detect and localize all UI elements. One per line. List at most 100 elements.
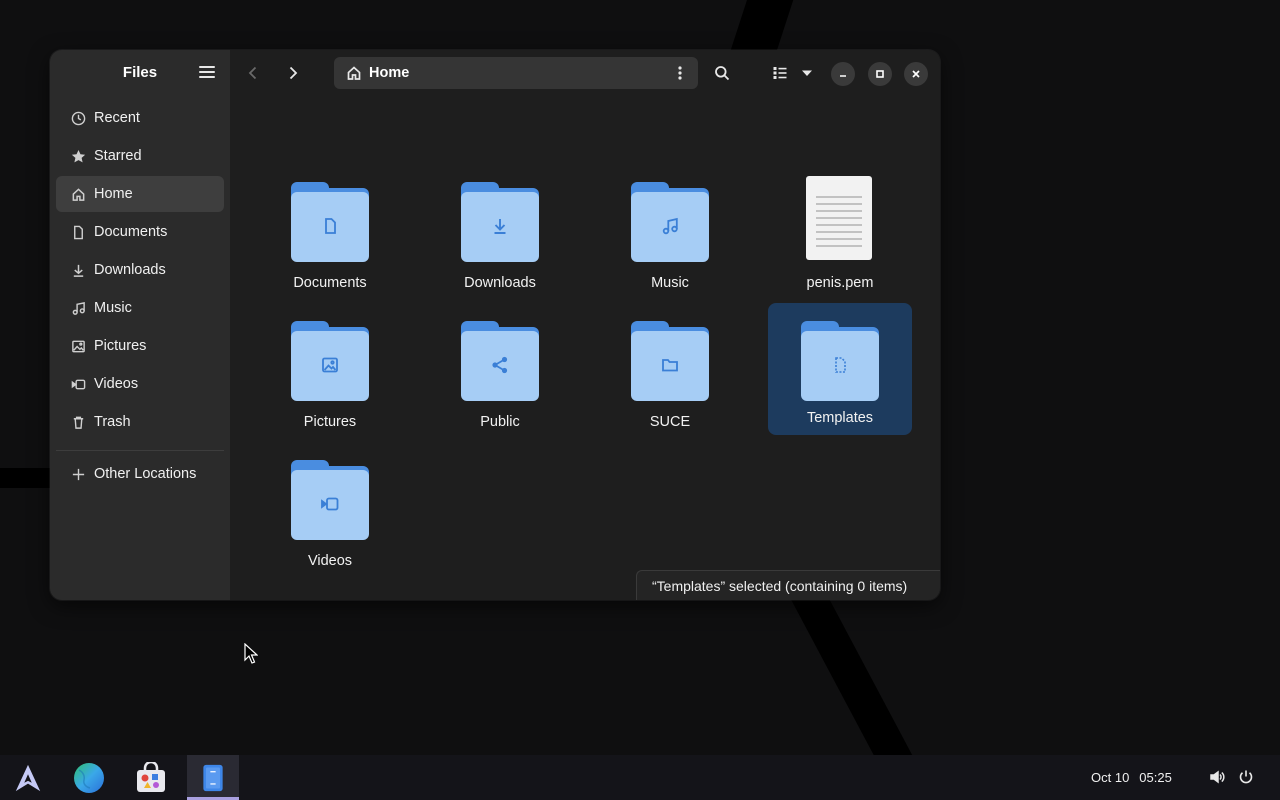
minimize-icon — [840, 75, 846, 77]
sidebar-item-music[interactable]: Music — [56, 290, 224, 326]
hamburger-icon — [199, 66, 215, 68]
document-icon — [70, 224, 86, 240]
power-icon — [1239, 770, 1253, 784]
volume-icon — [1210, 770, 1225, 784]
download-icon — [488, 214, 512, 238]
header-bar: Home — [230, 50, 940, 96]
chevron-left-icon — [248, 66, 257, 80]
folder-icon — [800, 319, 880, 405]
file-item-suce[interactable]: SUCE — [598, 307, 742, 439]
chevron-right-icon — [289, 66, 298, 80]
main-menu-button[interactable] — [196, 63, 218, 83]
web-browser-button[interactable] — [63, 755, 115, 800]
file-name: Pictures — [303, 414, 357, 430]
search-button[interactable] — [708, 61, 736, 85]
music-icon — [658, 214, 682, 238]
path-segment-home[interactable]: Home — [369, 65, 409, 81]
sidebar-item-downloads[interactable]: Downloads — [56, 252, 224, 288]
sidebar-item-label: Trash — [94, 414, 131, 430]
hamburger-icon-bar — [199, 71, 215, 73]
file-cabinet-icon — [203, 764, 223, 791]
volume-button[interactable] — [1209, 769, 1225, 785]
file-name: Templates — [806, 410, 874, 426]
file-name: Videos — [307, 553, 353, 569]
template-icon — [828, 353, 852, 377]
selection-status: “Templates” selected (containing 0 items… — [636, 570, 940, 600]
sidebar-item-pictures[interactable]: Pictures — [56, 328, 224, 364]
sidebar-item-starred[interactable]: Starred — [56, 138, 224, 174]
content-area: Home Documents Downloads Music penis.pem… — [230, 50, 940, 600]
clock-time: 05:25 — [1139, 770, 1172, 785]
document-icon — [318, 214, 342, 238]
file-name: Documents — [293, 275, 367, 291]
sidebar-item-documents[interactable]: Documents — [56, 214, 224, 250]
video-icon — [70, 376, 86, 392]
file-item-music[interactable]: Music — [598, 168, 742, 300]
files-app-button[interactable] — [187, 755, 239, 800]
sidebar-item-label: Documents — [94, 224, 168, 240]
sidebar-item-label: Other Locations — [94, 466, 197, 482]
file-item-videos[interactable]: Videos — [258, 446, 402, 578]
shopping-bag-icon — [137, 761, 165, 792]
sidebar-item-label: Pictures — [94, 338, 147, 354]
file-item-public[interactable]: Public — [428, 307, 572, 439]
folder-icon — [290, 458, 370, 544]
sidebar-item-recent[interactable]: Recent — [56, 100, 224, 136]
file-item-downloads[interactable]: Downloads — [428, 168, 572, 300]
music-icon — [70, 300, 86, 316]
clock-date: Oct 10 — [1091, 770, 1130, 785]
clock[interactable]: Oct 10 05:25 — [1091, 770, 1172, 785]
video-icon — [318, 492, 342, 516]
browser-globe-icon — [74, 762, 104, 793]
software-store-button[interactable] — [125, 755, 177, 800]
arch-logo-icon — [15, 764, 41, 791]
home-icon — [70, 186, 86, 202]
location-bar[interactable]: Home — [334, 57, 698, 89]
folder-icon — [630, 319, 710, 405]
share-icon — [488, 353, 512, 377]
maximize-icon — [876, 70, 884, 78]
close-button[interactable] — [904, 62, 928, 86]
folder-icon — [630, 180, 710, 266]
places-list: Recent Starred Home Documents Downloads … — [56, 100, 224, 442]
star-icon — [70, 148, 86, 164]
sidebar-item-label: Music — [94, 300, 132, 316]
maximize-button[interactable] — [868, 62, 892, 86]
sidebar: Files Recent Starred Home Documents Down… — [50, 50, 230, 600]
folder-icon — [658, 353, 682, 377]
file-item-templates[interactable]: Templates — [768, 303, 912, 435]
file-item-penis-pem[interactable]: penis.pem — [768, 168, 912, 300]
image-icon — [70, 338, 86, 354]
path-menu-button[interactable] — [670, 63, 690, 83]
view-options-button[interactable] — [796, 61, 818, 85]
sidebar-item-label: Recent — [94, 110, 140, 126]
view-list-button[interactable] — [766, 61, 794, 85]
app-launcher-button[interactable] — [2, 755, 54, 800]
sidebar-item-home[interactable]: Home — [56, 176, 224, 212]
search-icon — [715, 66, 730, 81]
hamburger-icon-bar — [199, 76, 215, 78]
text-file-icon — [800, 176, 880, 262]
sidebar-item-trash[interactable]: Trash — [56, 404, 224, 440]
sidebar-header: Files — [50, 50, 230, 96]
plus-icon — [70, 466, 86, 482]
minimize-button[interactable] — [831, 62, 855, 86]
file-name: Music — [651, 275, 689, 291]
back-button[interactable] — [240, 61, 266, 85]
close-icon — [912, 70, 920, 78]
taskbar: Oct 10 05:25 — [0, 755, 1280, 800]
trash-icon — [70, 414, 86, 430]
forward-button[interactable] — [280, 61, 306, 85]
file-grid: Documents Downloads Music penis.pem Pict… — [230, 96, 940, 600]
home-icon — [346, 65, 362, 81]
folder-icon — [290, 319, 370, 405]
file-item-pictures[interactable]: Pictures — [258, 307, 402, 439]
power-button[interactable] — [1238, 769, 1254, 785]
sidebar-divider — [56, 450, 224, 451]
image-icon — [318, 353, 342, 377]
file-item-documents[interactable]: Documents — [258, 168, 402, 300]
sidebar-item-other-locations[interactable]: Other Locations — [56, 456, 224, 492]
more-vertical-icon — [678, 66, 682, 80]
folder-icon — [460, 180, 540, 266]
sidebar-item-videos[interactable]: Videos — [56, 366, 224, 402]
